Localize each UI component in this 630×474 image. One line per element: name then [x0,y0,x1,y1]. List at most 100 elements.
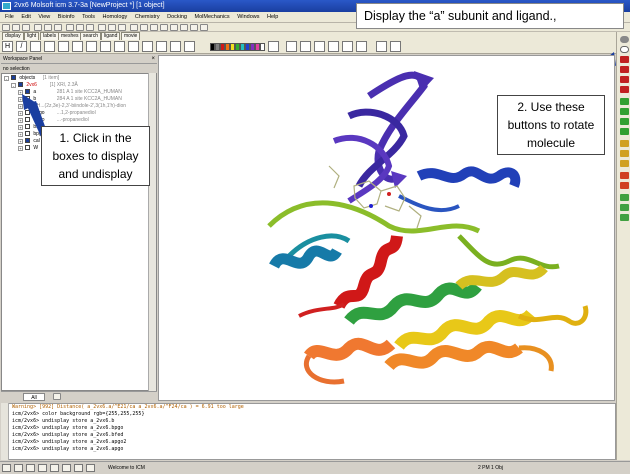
history-icon[interactable] [26,464,35,472]
surface-display-icon[interactable] [86,41,97,52]
fit-view-icon[interactable] [620,128,629,135]
tree-expand-icon[interactable]: + [18,139,23,144]
menu-docking[interactable]: Docking [164,12,190,23]
sausage-display-icon[interactable] [156,41,167,52]
grob-display-icon[interactable] [114,41,125,52]
stick-display-icon[interactable] [30,41,41,52]
center-view-icon[interactable] [184,41,195,52]
tree-row-ligand[interactable]: H...(2z,3e)-2,3'-biindole-2',3(1h,1'h)-d… [25,103,126,110]
tab-movie[interactable]: movie [121,32,141,40]
tree-expand-icon[interactable]: + [18,111,23,116]
translate-icon[interactable] [620,118,629,125]
tree-row-2vx6[interactable]: 2vx6 [1] XRl, 2.3Å [18,82,78,89]
color-picker-icon[interactable] [268,41,279,52]
tree-row-apgo[interactable]: apgo ...1,2-propanediol [25,110,96,117]
tab-display[interactable]: display [2,32,24,40]
menu-molmechanics[interactable]: MolMechanics [192,12,233,23]
menu-help[interactable]: Help [264,12,281,23]
ribbon-display-icon[interactable] [72,41,83,52]
rotate-z-icon[interactable] [620,76,629,83]
tree-row-b[interactable]: b 284 A 1 site KCC2A_HUMAN [25,96,122,103]
tree-root-row[interactable]: objects [1 item] [11,75,59,82]
display-checkbox[interactable] [25,96,30,102]
menu-file[interactable]: File [2,12,17,23]
tab-light[interactable]: light [24,32,40,40]
tree-expand-icon[interactable]: + [18,118,23,123]
display-checkbox[interactable] [25,145,30,151]
gear-icon[interactable] [620,36,629,43]
display-checkbox[interactable] [25,117,30,123]
tab-ligand[interactable]: ligand [101,32,121,40]
redo-icon[interactable] [54,24,62,31]
tree-expand-icon[interactable]: + [18,146,23,151]
tree-collapse-icon[interactable]: - [11,83,16,88]
rotate-y-icon[interactable] [620,66,629,73]
tab-labels[interactable]: labels [40,32,60,40]
menu-homology[interactable]: Homology [100,12,131,23]
ball-display-icon[interactable] [44,41,55,52]
undo-icon[interactable] [44,24,52,31]
menu-edit[interactable]: Edit [18,12,33,23]
angle-icon[interactable] [300,41,311,52]
display-checkbox[interactable] [18,82,23,88]
display-checkbox[interactable] [25,124,30,130]
tab-search[interactable]: search [80,32,102,40]
alignment-icon[interactable] [118,24,126,31]
menu-tools[interactable]: Tools [79,12,98,23]
menu-chemistry[interactable]: Chemistry [132,12,163,23]
workspace-scrollbar[interactable] [148,73,156,391]
menu-windows[interactable]: Windows [234,12,262,23]
slide-icon[interactable] [190,24,198,31]
tree-expand-icon[interactable]: + [18,132,23,137]
pause-icon[interactable] [62,464,71,472]
distance-icon[interactable] [286,41,297,52]
clip-front-icon[interactable] [620,140,629,147]
record-icon[interactable] [50,464,59,472]
close-icon[interactable]: × [151,55,155,64]
clip-icon[interactable] [342,41,353,52]
quality-icon[interactable] [620,214,629,221]
hbond-icon[interactable] [328,41,339,52]
tree-row-a[interactable]: a 281 A 1 site KCC2A_HUMAN [25,89,122,96]
save-icon[interactable] [22,24,30,31]
tree-expand-icon[interactable]: + [18,97,23,102]
rock-icon[interactable] [620,108,629,115]
structure-tab-icon[interactable] [53,393,61,400]
skin-display-icon[interactable] [100,41,111,52]
rotate-x-icon[interactable] [620,56,629,63]
table-icon[interactable] [108,24,116,31]
tree-expand-icon[interactable]: + [18,125,23,130]
spin-icon[interactable] [620,98,629,105]
zoom-icon[interactable] [620,86,629,93]
new-file-icon[interactable] [2,24,10,31]
cut-icon[interactable] [66,24,74,31]
tree-row-apgo2[interactable]: apgo ...-propanediol [25,117,89,124]
clear-icon[interactable] [14,464,23,472]
display-checkbox[interactable] [25,138,30,144]
slab-icon[interactable] [620,160,629,167]
lock-icon[interactable] [86,464,95,472]
info-icon[interactable] [200,24,208,31]
xstick-display-icon[interactable] [142,41,153,52]
display-checkbox[interactable] [25,103,30,109]
display-checkbox[interactable] [25,89,30,95]
command-console[interactable]: Warning> [992] Distance( a_2vx6.a/^E21/c… [1,403,616,460]
stop-icon[interactable] [38,464,47,472]
clip-back-icon[interactable] [620,150,629,157]
forward-icon[interactable] [74,464,83,472]
cpk-display-icon[interactable] [58,41,69,52]
find-icon[interactable] [98,24,106,31]
reset-view-icon[interactable] [390,41,401,52]
wire-display-icon[interactable]: / [16,41,27,52]
display-checkbox[interactable] [25,131,30,137]
selection-tool-icon[interactable] [356,41,367,52]
tree-expand-icon[interactable]: + [18,104,23,109]
menu-view[interactable]: View [35,12,53,23]
tab-all[interactable]: All [23,393,45,401]
plot-icon[interactable] [180,24,188,31]
hydrogen-toggle-button[interactable]: H [2,41,13,52]
menu-bioinfo[interactable]: Bioinfo [55,12,78,23]
fog-icon[interactable] [620,194,629,201]
terminal-icon[interactable] [2,464,11,472]
label-display-icon[interactable] [128,41,139,52]
